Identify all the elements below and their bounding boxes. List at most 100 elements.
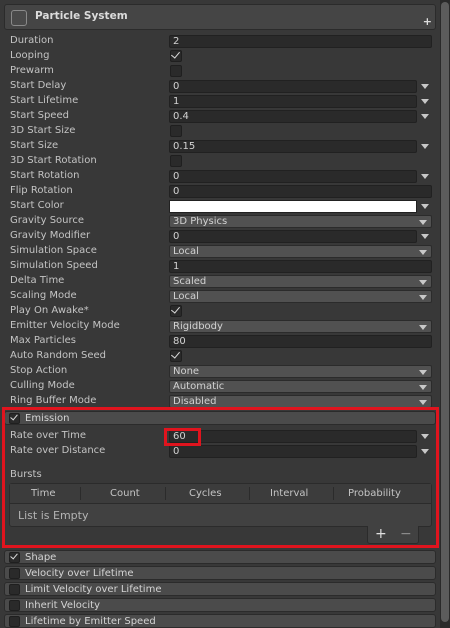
- bursts-empty-text: List is Empty: [18, 509, 89, 522]
- gravity-source-label: Gravity Source: [10, 215, 85, 226]
- start-rotation-field[interactable]: 0: [169, 170, 417, 183]
- 3d-start-rotation-checkbox[interactable]: [170, 155, 182, 167]
- rate-over-time-label: Rate over Time: [10, 430, 87, 441]
- gravity-modifier-label: Gravity Modifier: [10, 230, 91, 241]
- start-delay-field[interactable]: 0: [169, 80, 417, 93]
- rate-over-distance-field[interactable]: 0: [169, 445, 417, 458]
- curve-mode-dropdown-icon[interactable]: [421, 114, 429, 119]
- row-looping: Looping: [0, 49, 440, 64]
- start-size-field[interactable]: 0.15: [169, 140, 417, 153]
- limit-velocity-over-lifetime-enabled-checkbox[interactable]: [9, 584, 20, 595]
- column-separator: [333, 487, 334, 500]
- scrollbar-thumb[interactable]: [441, 2, 449, 622]
- culling-mode-label: Culling Mode: [10, 380, 75, 391]
- simulation-space-label: Simulation Space: [10, 245, 97, 256]
- emitter-velocity-mode-dropdown[interactable]: Rigidbody: [169, 320, 432, 333]
- delta-time-label: Delta Time: [10, 275, 65, 286]
- curve-mode-dropdown-icon[interactable]: [421, 174, 429, 179]
- stop-action-dropdown[interactable]: None: [169, 365, 432, 378]
- 3d-start-rotation-label: 3D Start Rotation: [10, 155, 97, 166]
- play-on-awake-label: Play On Awake*: [10, 305, 89, 316]
- flip-rotation-label: Flip Rotation: [10, 185, 73, 196]
- plus-icon[interactable]: +: [423, 16, 432, 28]
- ring-buffer-mode-dropdown[interactable]: Disabled: [169, 395, 432, 408]
- ring-buffer-mode-dropdown-value: Disabled: [173, 396, 217, 407]
- vertical-scrollbar[interactable]: [440, 0, 450, 628]
- limit-velocity-over-lifetime-module-header[interactable]: Limit Velocity over Lifetime: [4, 582, 436, 596]
- curve-mode-dropdown-icon[interactable]: [421, 234, 429, 239]
- chevron-down-icon: [419, 250, 427, 255]
- emission-enabled-checkbox[interactable]: [9, 412, 20, 424]
- add-burst-button[interactable]: +: [375, 526, 387, 542]
- curve-mode-dropdown-icon[interactable]: [421, 84, 429, 89]
- simulation-space-dropdown[interactable]: Local: [169, 245, 432, 258]
- start-lifetime-field[interactable]: 1: [169, 95, 417, 108]
- particle-system-icon: [11, 10, 27, 26]
- checkmark-icon: [171, 304, 180, 314]
- gradient-mode-dropdown-icon[interactable]: [421, 204, 429, 209]
- curve-mode-dropdown-icon[interactable]: [421, 144, 429, 149]
- rate-over-time-field[interactable]: 60: [169, 430, 417, 443]
- row-start-delay: Start Delay 0: [0, 79, 440, 94]
- start-color-label: Start Color: [10, 200, 64, 211]
- row-simulation-space: Simulation Space Local: [0, 244, 440, 259]
- max-particles-label: Max Particles: [10, 335, 77, 346]
- looping-checkbox[interactable]: [170, 49, 182, 62]
- emitter-velocity-mode-label: Emitter Velocity Mode: [10, 320, 120, 331]
- play-on-awake-checkbox[interactable]: [170, 304, 182, 317]
- auto-random-seed-checkbox[interactable]: [170, 349, 182, 362]
- delta-time-dropdown[interactable]: Scaled: [169, 275, 432, 288]
- gravity-modifier-field[interactable]: 0: [169, 230, 417, 243]
- prewarm-checkbox[interactable]: [170, 65, 182, 77]
- chevron-down-icon: [419, 220, 427, 225]
- chevron-down-icon: [419, 385, 427, 390]
- gravity-source-dropdown[interactable]: 3D Physics: [169, 215, 432, 228]
- shape-module-header[interactable]: Shape: [4, 550, 436, 564]
- row-ring-buffer-mode: Ring Buffer Mode Disabled: [0, 394, 440, 409]
- row-culling-mode: Culling Mode Automatic: [0, 379, 440, 394]
- inherit-velocity-module-header[interactable]: Inherit Velocity: [4, 598, 436, 612]
- remove-burst-button[interactable]: −: [400, 526, 412, 542]
- chevron-down-icon: [419, 400, 427, 405]
- row-max-particles: Max Particles 80: [0, 334, 440, 349]
- curve-mode-dropdown-icon[interactable]: [421, 449, 429, 454]
- culling-mode-dropdown-value: Automatic: [173, 381, 225, 392]
- start-speed-field[interactable]: 0.4: [169, 110, 417, 123]
- emission-module-header[interactable]: Emission: [4, 411, 436, 425]
- max-particles-field[interactable]: 80: [169, 335, 432, 348]
- row-rate-over-distance: Rate over Distance 0: [0, 444, 440, 459]
- row-rate-over-time: Rate over Time 60: [0, 429, 440, 444]
- 3d-start-size-checkbox[interactable]: [170, 125, 182, 137]
- delta-time-dropdown-value: Scaled: [173, 276, 207, 287]
- row-scaling-mode: Scaling Mode Local: [0, 289, 440, 304]
- simulation-speed-field[interactable]: 1: [169, 260, 432, 273]
- curve-mode-dropdown-icon[interactable]: [421, 99, 429, 104]
- column-separator: [249, 487, 250, 500]
- row-emitter-velocity-mode: Emitter Velocity Mode Rigidbody: [0, 319, 440, 334]
- component-header[interactable]: Particle System +: [4, 4, 436, 30]
- curve-mode-dropdown-icon[interactable]: [421, 434, 429, 439]
- start-speed-label: Start Speed: [10, 110, 69, 121]
- velocity-over-lifetime-enabled-checkbox[interactable]: [9, 568, 20, 579]
- simulation-space-dropdown-value: Local: [173, 246, 199, 257]
- stop-action-label: Stop Action: [10, 365, 68, 376]
- scaling-mode-dropdown-value: Local: [173, 291, 199, 302]
- shape-enabled-checkbox[interactable]: [9, 551, 20, 563]
- duration-field[interactable]: 2: [169, 35, 432, 48]
- inherit-velocity-enabled-checkbox[interactable]: [9, 600, 20, 611]
- inherit-velocity-module-label: Inherit Velocity: [25, 600, 100, 611]
- velocity-over-lifetime-module-header[interactable]: Velocity over Lifetime: [4, 566, 436, 580]
- culling-mode-dropdown[interactable]: Automatic: [169, 380, 432, 393]
- lifetime-by-emitter-speed-enabled-checkbox[interactable]: [9, 616, 20, 627]
- scaling-mode-dropdown[interactable]: Local: [169, 290, 432, 303]
- lifetime-by-emitter-speed-module-header[interactable]: Lifetime by Emitter Speed: [4, 614, 436, 628]
- flip-rotation-field[interactable]: 0: [169, 185, 432, 198]
- row-play-on-awake: Play On Awake*: [0, 304, 440, 319]
- row-auto-random-seed: Auto Random Seed: [0, 349, 440, 364]
- simulation-speed-label: Simulation Speed: [10, 260, 98, 271]
- emission-module-label: Emission: [25, 413, 70, 424]
- row-start-lifetime: Start Lifetime 1: [0, 94, 440, 109]
- bursts-col-probability: Probability: [348, 488, 401, 499]
- row-duration: Duration 2: [0, 34, 440, 49]
- start-color-color-swatch[interactable]: [169, 200, 417, 213]
